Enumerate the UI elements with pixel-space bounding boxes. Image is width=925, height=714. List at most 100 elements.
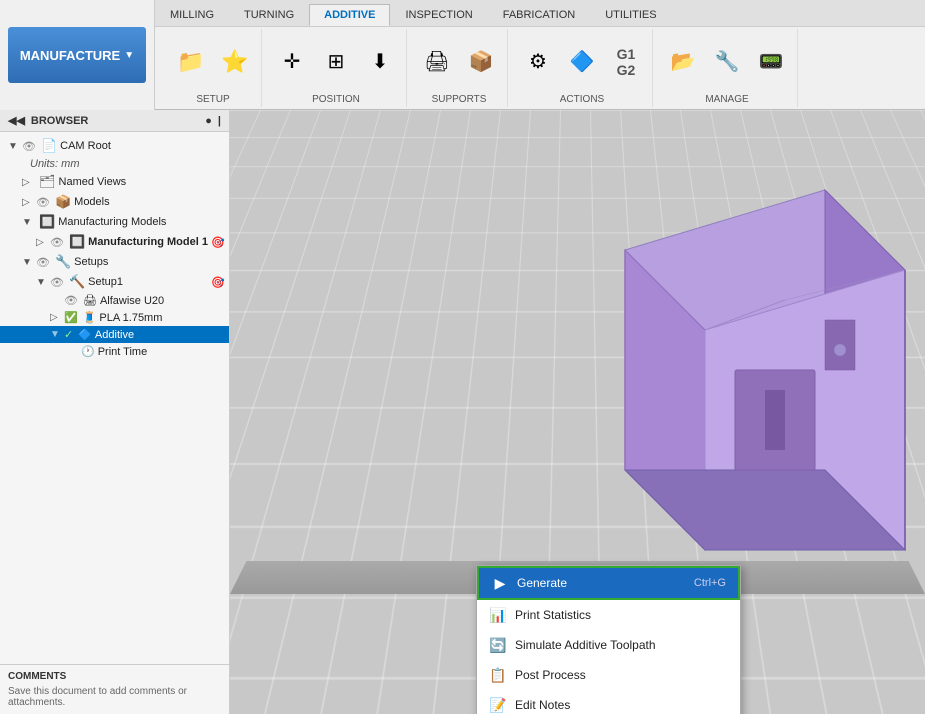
manage-btn2[interactable]: 🔧: [707, 46, 747, 77]
ribbon-group-setup: 📁 ⭐ SETUP: [165, 29, 262, 107]
folder2-icon: 📂: [671, 49, 696, 74]
generate-label: Generate: [517, 576, 686, 590]
supports-label: SUPPORTS: [432, 94, 487, 107]
actions-btn2[interactable]: 🔷: [562, 46, 602, 77]
browser-header: ◀◀ BROWSER ● |: [0, 110, 229, 132]
cam-root-expand[interactable]: ▼: [8, 141, 22, 152]
tree-item-mfg-models[interactable]: ▼ 🔲 Manufacturing Models: [0, 212, 229, 232]
mfg-model1-expand[interactable]: ▷: [36, 237, 50, 248]
move-button[interactable]: ✛: [272, 46, 312, 77]
tree-item-print-time[interactable]: ▷ 🕐 Print Time: [0, 343, 229, 360]
tree-item-alfawise[interactable]: ▷ 👁 🖨 Alfawise U20: [0, 292, 229, 309]
setups-eye[interactable]: 👁: [36, 256, 50, 269]
setups-label: Setups: [74, 256, 225, 268]
tab-inspection[interactable]: INSPECTION: [390, 4, 487, 26]
tree-item-additive[interactable]: ▼ ✓ 🔷 Additive: [0, 326, 229, 343]
browser-expand-icon[interactable]: |: [218, 115, 221, 127]
folder-icon: 📁: [177, 49, 204, 75]
pla-label: PLA 1.75mm: [99, 312, 225, 324]
models-eye[interactable]: 👁: [36, 196, 50, 209]
context-menu-post-process[interactable]: 📋 Post Process: [477, 660, 740, 690]
mfg-model1-icon: 🔲: [69, 234, 85, 250]
pla-icon: 🧵: [83, 311, 97, 324]
tree-item-cam-root[interactable]: ▼ 👁 📄 CAM Root: [0, 136, 229, 156]
ribbon-group-manage: 📂 🔧 📟 MANAGE: [657, 29, 798, 107]
alfawise-eye[interactable]: 👁: [64, 294, 78, 307]
ribbon: MANUFACTURE ▼ MILLING TURNING ADDITIVE I…: [0, 0, 925, 110]
named-views-expand[interactable]: ▷: [22, 177, 36, 188]
setup-star-button[interactable]: ⭐: [215, 46, 255, 78]
post-process-icon: 📋: [489, 666, 507, 684]
manage-label: MANAGE: [705, 94, 748, 107]
tree-item-setups[interactable]: ▼ 👁 🔧 Setups: [0, 252, 229, 272]
supports-btn2[interactable]: 📦: [461, 46, 501, 77]
context-menu-print-stats[interactable]: 📊 Print Statistics: [477, 600, 740, 630]
manage-btn3[interactable]: 📟: [751, 46, 791, 77]
cam-root-label: CAM Root: [60, 140, 225, 152]
models-label: Models: [74, 196, 225, 208]
manufacture-button[interactable]: MANUFACTURE ▼: [8, 27, 146, 83]
tab-fabrication[interactable]: FABRICATION: [488, 4, 591, 26]
actions-icons: ⚙ 🔷 G1G2: [518, 29, 646, 94]
position-icons: ✛ ⊞ ⬇: [272, 29, 400, 94]
alfawise-expand: ▷: [50, 295, 64, 306]
cam-root-eye[interactable]: 👁: [22, 140, 36, 153]
models-expand[interactable]: ▷: [22, 197, 36, 208]
context-menu-edit-notes[interactable]: 📝 Edit Notes: [477, 690, 740, 714]
mfg-model1-eye[interactable]: 👁: [50, 236, 64, 249]
additive-icon: 🔷: [78, 328, 92, 341]
collapse-left-icon[interactable]: ◀◀: [8, 114, 25, 127]
mfg-models-icon: 🔲: [39, 214, 55, 230]
tab-milling[interactable]: MILLING: [155, 4, 229, 26]
actions-btn3[interactable]: G1G2: [606, 43, 646, 81]
setup1-eye[interactable]: 👁: [50, 276, 64, 289]
supports-btn1[interactable]: 🖨: [417, 46, 457, 77]
sidebar: ◀◀ BROWSER ● | ▼ 👁 📄 CAM Root Units: mm …: [0, 110, 230, 714]
comments-label: COMMENTS: [8, 671, 221, 682]
setup1-target: 🎯: [211, 276, 225, 289]
print-time-expand: ▷: [64, 346, 78, 357]
setup-label: SETUP: [196, 94, 229, 107]
comments-panel: COMMENTS Save this document to add comme…: [0, 664, 229, 714]
simulate-label: Simulate Additive Toolpath: [515, 638, 728, 652]
tab-additive[interactable]: ADDITIVE: [309, 4, 390, 26]
box-icon: 📦: [469, 49, 494, 74]
pla-expand[interactable]: ▷: [50, 312, 64, 323]
manage-btn1[interactable]: 📂: [663, 46, 703, 77]
setup-icons: 📁 ⭐: [171, 29, 255, 94]
simulate-icon: 🔄: [489, 636, 507, 654]
tab-utilities[interactable]: UTILITIES: [590, 4, 671, 26]
context-menu-generate[interactable]: ▶ Generate Ctrl+G: [477, 566, 740, 600]
tree-item-setup1[interactable]: ▼ 👁 🔨 Setup1 🎯: [0, 272, 229, 292]
actions-btn1[interactable]: ⚙: [518, 46, 558, 77]
wrench-icon: 🔧: [715, 49, 740, 74]
mfg-models-expand[interactable]: ▼: [22, 217, 36, 228]
actions-label: ACTIONS: [560, 94, 604, 107]
context-menu-simulate[interactable]: 🔄 Simulate Additive Toolpath: [477, 630, 740, 660]
position-label: POSITION: [312, 94, 360, 107]
orientation-icon: ⬇: [372, 49, 389, 74]
g1g2-icon: G1G2: [617, 46, 636, 78]
ribbon-group-actions: ⚙ 🔷 G1G2 ACTIONS: [512, 29, 653, 107]
monitor-icon: 📟: [759, 49, 784, 74]
tree-item-named-views[interactable]: ▷ 🗂 Named Views: [0, 172, 229, 192]
tab-turning[interactable]: TURNING: [229, 4, 309, 26]
generate-icon: ▶: [491, 574, 509, 592]
setups-expand[interactable]: ▼: [22, 257, 36, 268]
orientation-button[interactable]: ⬇: [360, 46, 400, 77]
tree-item-mfg-model-1[interactable]: ▷ 👁 🔲 Manufacturing Model 1 🎯: [0, 232, 229, 252]
pla-check: ✅: [64, 311, 78, 324]
arrange-button[interactable]: ⊞: [316, 46, 356, 77]
tree-item-pla[interactable]: ▷ ✅ 🧵 PLA 1.75mm: [0, 309, 229, 326]
additive-label: Additive: [95, 329, 225, 341]
ribbon-group-supports: 🖨 📦 SUPPORTS: [411, 29, 508, 107]
setup1-expand[interactable]: ▼: [36, 277, 50, 288]
clock-icon: 🕐: [81, 345, 95, 358]
print-stats-label: Print Statistics: [515, 608, 728, 622]
cam-root-icon: 📄: [41, 138, 57, 154]
setup-new-button[interactable]: 📁: [171, 46, 211, 78]
mfg-models-label: Manufacturing Models: [58, 216, 225, 228]
tree-item-models[interactable]: ▷ 👁 📦 Models: [0, 192, 229, 212]
mfg-model1-label: Manufacturing Model 1: [88, 236, 209, 248]
supports-icons: 🖨 📦: [417, 29, 501, 94]
